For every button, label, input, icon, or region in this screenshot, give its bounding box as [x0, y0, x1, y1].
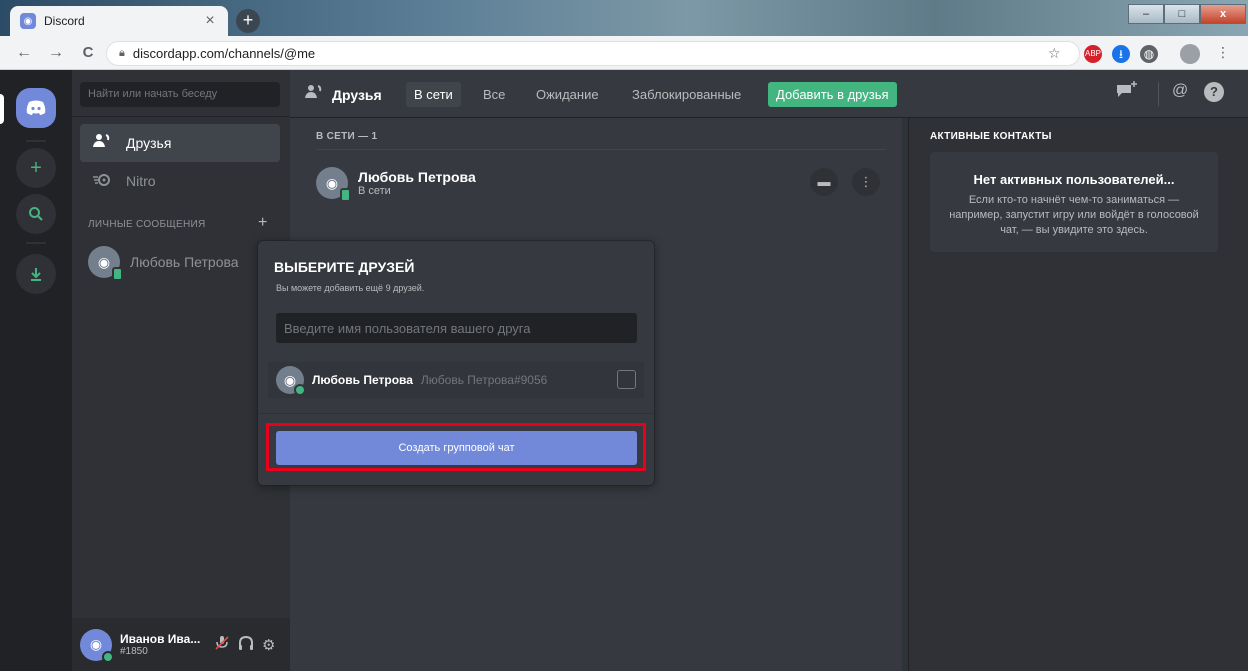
- lock-icon: 🔒︎: [119, 47, 125, 59]
- tab-title: Discord: [44, 14, 85, 28]
- more-options-icon[interactable]: ⋮: [852, 168, 880, 196]
- friend-checkbox[interactable]: [617, 370, 636, 389]
- divider: [72, 116, 290, 117]
- window-controls: – □ x: [1128, 4, 1246, 24]
- tab-pending[interactable]: Ожидание: [528, 82, 607, 107]
- profile-avatar-icon[interactable]: [1180, 44, 1200, 64]
- tab-online[interactable]: В сети: [406, 82, 461, 107]
- sidebar-item-friends[interactable]: Друзья: [80, 124, 280, 162]
- user-panel: ◉ Иванов Ива... #1850 ⚙︎: [72, 618, 290, 671]
- download-extension-icon[interactable]: ⭳: [1112, 45, 1130, 63]
- sidebar-item-label: Друзья: [126, 135, 172, 151]
- friends-wave-icon: [92, 133, 112, 154]
- popup-friend-name: Любовь Петрова: [312, 373, 413, 387]
- mute-mic-icon[interactable]: [214, 635, 230, 655]
- dm-user-name: Любовь Петрова: [130, 254, 239, 270]
- username: Иванов Ива...: [120, 632, 201, 646]
- popup-divider: [258, 413, 654, 414]
- help-icon[interactable]: ?: [1204, 82, 1224, 102]
- active-now-title: АКТИВНЫЕ КОНТАКТЫ: [930, 131, 1052, 142]
- avatar: ◉: [276, 366, 306, 396]
- forward-arrow-icon[interactable]: →: [46, 43, 66, 63]
- popup-subtitle: Вы можете добавить ещё 9 друзей.: [276, 283, 425, 293]
- page-title: Друзья: [332, 87, 382, 103]
- discord-favicon-icon: ◉: [20, 13, 36, 29]
- divider: [316, 149, 886, 150]
- popup-friend-tag: Любовь Петрова#9056: [420, 373, 548, 387]
- nitro-icon: [92, 172, 112, 191]
- server-separator: [26, 140, 46, 142]
- friends-wave-icon: [304, 84, 324, 104]
- add-friend-button[interactable]: Добавить в друзья: [768, 82, 897, 107]
- maximize-button[interactable]: □: [1164, 4, 1200, 24]
- new-group-dm-icon[interactable]: [1116, 80, 1138, 103]
- message-icon[interactable]: ▬: [810, 168, 838, 196]
- search-conversation-button[interactable]: Найти или начать беседу: [80, 82, 280, 107]
- dm-list-item[interactable]: ◉ Любовь Петрова: [80, 243, 280, 281]
- dm-section-header: ЛИЧНЫЕ СООБЩЕНИЯ: [88, 219, 206, 230]
- active-now-description: Если кто-то начнёт чем-то заниматься — н…: [949, 194, 1199, 236]
- popup-title: ВЫБЕРИТЕ ДРУЗЕЙ: [274, 259, 415, 275]
- search-icon[interactable]: [16, 194, 56, 234]
- server-separator: [26, 242, 46, 244]
- friend-name: Любовь Петрова: [358, 169, 476, 185]
- user-avatar[interactable]: ◉: [80, 628, 114, 663]
- create-group-chat-button[interactable]: Создать групповой чат: [276, 431, 637, 465]
- headphones-icon[interactable]: [238, 635, 254, 655]
- avatar: ◉: [88, 246, 123, 281]
- active-now-empty-card: Нет активных пользователей... Если кто-т…: [930, 152, 1218, 252]
- minimize-button[interactable]: –: [1128, 4, 1164, 24]
- url-text: discordapp.com/channels/@me: [132, 46, 316, 61]
- popup-friend-item[interactable]: ◉ Любовь Петрова Любовь Петрова#9056: [268, 362, 644, 398]
- mention-icon[interactable]: @: [1172, 82, 1188, 100]
- home-indicator: [0, 94, 4, 124]
- tab-close-icon[interactable]: ×: [202, 12, 218, 30]
- reload-icon[interactable]: C: [78, 43, 98, 63]
- browser-tab[interactable]: ◉ Discord ×: [10, 6, 228, 36]
- tab-blocked[interactable]: Заблокированные: [624, 82, 749, 107]
- sidebar-item-nitro[interactable]: Nitro: [80, 162, 280, 200]
- friend-list-item[interactable]: ◉ Любовь Петрова В сети: [316, 160, 886, 206]
- friend-status: В сети: [358, 185, 391, 197]
- download-apps-icon[interactable]: [16, 254, 56, 294]
- active-now-heading: Нет активных пользователей...: [973, 172, 1175, 187]
- browser-menu-icon[interactable]: ⋮: [1216, 44, 1230, 61]
- user-tag: #1850: [120, 646, 148, 657]
- online-status-icon: [102, 650, 114, 663]
- friend-search-input[interactable]: [276, 313, 637, 343]
- online-count-header: В СЕТИ — 1: [316, 131, 378, 142]
- settings-gear-icon[interactable]: ⚙︎: [262, 636, 275, 654]
- new-tab-button[interactable]: +: [236, 9, 260, 33]
- back-arrow-icon[interactable]: ←: [14, 43, 34, 63]
- header-divider: [1158, 82, 1159, 106]
- tab-all[interactable]: Все: [475, 82, 513, 107]
- adblock-extension-icon[interactable]: ABP: [1084, 45, 1102, 63]
- add-server-icon[interactable]: +: [16, 148, 56, 188]
- globe-extension-icon[interactable]: ◍: [1140, 45, 1158, 63]
- online-status-icon: [294, 384, 306, 396]
- mobile-status-icon: [112, 267, 123, 281]
- sidebar-item-label: Nitro: [126, 173, 156, 189]
- mobile-status-icon: [340, 188, 351, 202]
- close-window-button[interactable]: x: [1200, 4, 1246, 24]
- url-field[interactable]: 🔒︎ discordapp.com/channels/@me: [106, 41, 1080, 66]
- create-dm-button[interactable]: +: [258, 214, 267, 232]
- avatar: ◉: [316, 167, 351, 202]
- discord-home-icon[interactable]: [16, 88, 56, 128]
- bookmark-star-icon[interactable]: ☆: [1048, 45, 1061, 62]
